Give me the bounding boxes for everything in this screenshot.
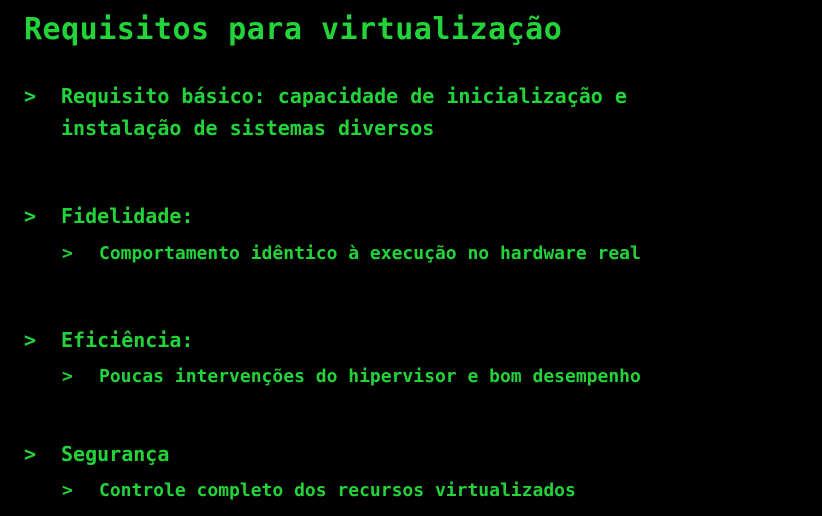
slide-title: Requisitos para virtualização: [24, 12, 563, 47]
bullet-item-efficiency: > Eficiência:: [24, 324, 193, 356]
chevron-right-icon: >: [24, 328, 37, 352]
chevron-right-icon: >: [24, 84, 37, 108]
chevron-right-icon: >: [62, 480, 73, 501]
bullet-text: Segurança: [61, 442, 170, 466]
bullet-text-line: Requisito básico: capacidade de iniciali…: [61, 84, 627, 108]
bullet-item-basic-requirement: > Requisito básico: capacidade de inicia…: [24, 80, 814, 144]
bullet-text: Eficiência:: [61, 328, 194, 352]
bullet-text: Fidelidade:: [61, 204, 194, 228]
sub-bullet-security: > Controle completo dos recursos virtual…: [62, 476, 576, 506]
bullet-item-security: > Segurança: [24, 438, 169, 470]
chevron-right-icon: >: [24, 442, 37, 466]
sub-bullet-efficiency: > Poucas intervenções do hipervisor e bo…: [62, 362, 641, 392]
chevron-right-icon: >: [24, 204, 37, 228]
chevron-right-icon: >: [62, 243, 73, 264]
chevron-right-icon: >: [62, 366, 73, 387]
sub-bullet-text: Controle completo dos recursos virtualiz…: [99, 480, 576, 501]
sub-bullet-text: Poucas intervenções do hipervisor e bom …: [99, 366, 641, 387]
sub-bullet-fidelity: > Comportamento idêntico à execução no h…: [62, 239, 641, 269]
bullet-text-line: instalação de sistemas diversos: [61, 116, 435, 140]
bullet-item-fidelity: > Fidelidade:: [24, 200, 193, 232]
sub-bullet-text: Comportamento idêntico à execução no har…: [99, 243, 641, 264]
